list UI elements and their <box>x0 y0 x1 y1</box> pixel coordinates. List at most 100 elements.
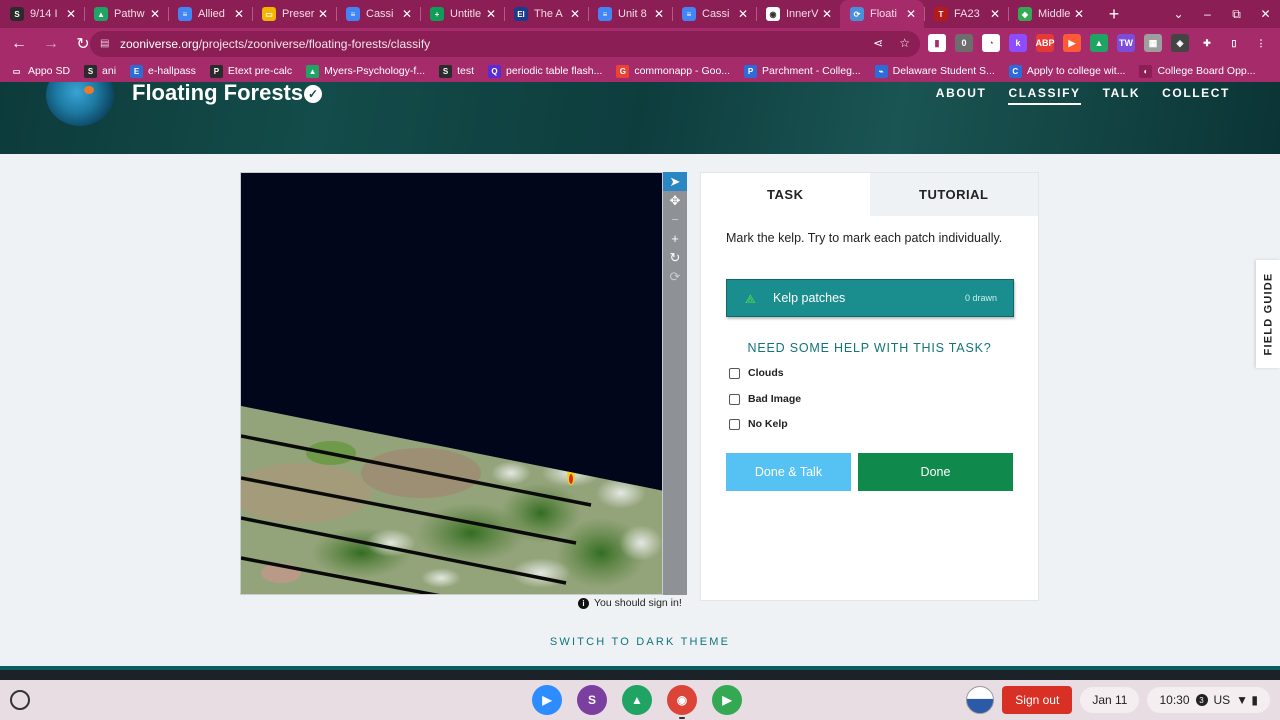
nav-link-classify[interactable]: CLASSIFY <box>1008 86 1081 105</box>
app-icon[interactable]: S <box>577 685 607 715</box>
tab-tutorial[interactable]: TUTORIAL <box>869 173 1038 216</box>
bookmark-item[interactable]: P Parchment - Colleg... <box>744 64 861 78</box>
bookmark-item[interactable]: ◐ College Board Opp... <box>1139 64 1256 78</box>
browser-tab[interactable]: T FA23 ✕ <box>924 0 1008 28</box>
rotate-icon[interactable]: ↻ <box>663 248 687 267</box>
zoom-in-icon[interactable]: + <box>663 229 687 248</box>
forward-icon[interactable]: → <box>38 35 64 53</box>
tab-task[interactable]: TASK <box>701 173 870 216</box>
browser-tab[interactable]: ◉ InnerV ✕ <box>756 0 840 28</box>
browser-tab[interactable]: ⟳ Floati ✕ <box>840 0 924 28</box>
extension-icon[interactable]: k <box>1009 34 1027 52</box>
tab-close-icon[interactable]: ✕ <box>1072 7 1086 21</box>
help-link[interactable]: NEED SOME HELP WITH THIS TASK? <box>701 341 1038 355</box>
extension-icon[interactable]: 0 <box>955 34 973 52</box>
system-tray[interactable]: 10:30 3 US ▼ ▮ <box>1147 687 1270 713</box>
checkbox-box[interactable] <box>729 418 740 430</box>
bookmark-star-icon[interactable]: ☆ <box>899 36 910 50</box>
bookmark-item[interactable]: ⌁ Delaware Student S... <box>874 64 995 78</box>
checkbox-no-kelp[interactable]: No Kelp <box>729 418 788 430</box>
drive-app-icon[interactable]: ▲ <box>622 685 652 715</box>
bookmark-item[interactable]: Qperiodic table flash... <box>488 64 602 78</box>
project-logo[interactable] <box>46 82 114 126</box>
site-info-icon[interactable]: ▤ <box>100 38 114 50</box>
browser-tab[interactable]: ≡ Allied ✕ <box>168 0 252 28</box>
zoom-app-icon[interactable]: ▶ <box>532 685 562 715</box>
tab-close-icon[interactable]: ✕ <box>400 7 414 21</box>
tab-close-icon[interactable]: ✕ <box>316 7 330 21</box>
window-control-icon[interactable]: ⌄ <box>1164 7 1193 21</box>
extension-icon[interactable]: ✚ <box>1198 34 1216 52</box>
sign-out-button[interactable]: Sign out <box>1002 686 1073 714</box>
browser-tab[interactable]: ▭ Preser ✕ <box>252 0 336 28</box>
extension-icon[interactable]: ◈ <box>1171 34 1189 52</box>
tab-close-icon[interactable]: ✕ <box>988 7 1002 21</box>
browser-tab[interactable]: ≡ Cassi ✕ <box>672 0 756 28</box>
account-avatar[interactable] <box>966 686 995 714</box>
date-pill[interactable]: Jan 11 <box>1080 687 1140 713</box>
nav-link-about[interactable]: ABOUT <box>936 86 987 105</box>
browser-tab[interactable]: ≡ Cassi ✕ <box>336 0 420 28</box>
tab-close-icon[interactable]: ✕ <box>484 7 498 21</box>
window-control-icon[interactable]: ⧉ <box>1222 7 1251 22</box>
tab-close-icon[interactable]: ✕ <box>820 7 834 21</box>
done-button[interactable]: Done <box>858 453 1013 491</box>
window-control-icon[interactable]: ✕ <box>1251 7 1280 21</box>
sign-in-notice[interactable]: i You should sign in! <box>578 597 682 609</box>
subject-image[interactable] <box>240 172 663 595</box>
checkbox-bad-image[interactable]: Bad Image <box>729 393 801 405</box>
bookmark-item[interactable]: Stest <box>439 64 474 78</box>
extension-icon[interactable]: ▦ <box>1144 34 1162 52</box>
bookmark-item[interactable]: Gcommonapp - Goo... <box>616 64 730 78</box>
project-title[interactable]: Floating Forests <box>132 82 303 106</box>
bookmark-item[interactable]: Ee-hallpass <box>130 64 196 78</box>
satellite-image[interactable] <box>241 173 663 595</box>
window-control-icon[interactable]: – <box>1193 7 1222 21</box>
launcher-icon[interactable] <box>10 690 30 710</box>
tab-close-icon[interactable]: ✕ <box>232 7 246 21</box>
bookmark-item[interactable]: ▲ Myers-Psychology-f... <box>306 64 425 78</box>
tab-close-icon[interactable]: ✕ <box>904 7 918 21</box>
tab-close-icon[interactable]: ✕ <box>652 7 666 21</box>
nav-link-talk[interactable]: TALK <box>1103 86 1141 105</box>
extension-icon[interactable]: ▲ <box>1090 34 1108 52</box>
play-store-icon[interactable]: ▶ <box>712 685 742 715</box>
browser-tab[interactable]: EI The A ✕ <box>504 0 588 28</box>
share-icon[interactable]: ⋖ <box>873 36 883 50</box>
bookmark-item[interactable]: Sani <box>84 64 116 78</box>
extension-icon[interactable]: ▶ <box>1063 34 1081 52</box>
browser-tab[interactable]: ≡ Unit 8 ✕ <box>588 0 672 28</box>
zoom-out-icon[interactable]: − <box>663 210 687 229</box>
browser-tab[interactable]: ▲ Pathw ✕ <box>84 0 168 28</box>
tab-close-icon[interactable]: ✕ <box>736 7 750 21</box>
browser-tab[interactable]: + Untitle ✕ <box>420 0 504 28</box>
bookmark-item[interactable]: C Apply to college wit... <box>1008 64 1125 78</box>
reset-icon[interactable]: ⟳ <box>663 267 687 286</box>
nav-link-collect[interactable]: COLLECT <box>1162 86 1230 105</box>
extension-icon[interactable]: ⋮ <box>1252 34 1270 52</box>
pointer-tool-icon[interactable]: ➤ <box>663 172 687 191</box>
checkbox-clouds[interactable]: Clouds <box>729 367 784 379</box>
field-guide-tab[interactable]: FIELD GUIDE <box>1256 260 1280 368</box>
bookmark-item[interactable]: P Etext pre-calc <box>209 64 292 78</box>
extension-icon[interactable]: ◔ <box>982 34 1000 52</box>
dark-theme-link[interactable]: SWITCH TO DARK THEME <box>0 636 1280 648</box>
done-and-talk-button[interactable]: Done & Talk <box>726 453 851 491</box>
new-tab-button[interactable]: + <box>1100 4 1128 25</box>
pan-tool-icon[interactable]: ✥ <box>663 191 687 210</box>
chrome-app-icon[interactable]: ◉ <box>667 685 697 719</box>
kelp-patches-tool[interactable]: ⟁ Kelp patches 0 drawn <box>726 279 1014 317</box>
tab-close-icon[interactable]: ✕ <box>568 7 582 21</box>
back-icon[interactable]: ← <box>6 35 32 53</box>
tab-close-icon[interactable]: ✕ <box>64 7 78 21</box>
extension-icon[interactable]: TW <box>1117 34 1135 52</box>
checkbox-box[interactable] <box>729 367 740 379</box>
extension-icon[interactable]: ABP <box>1036 34 1055 52</box>
checkbox-box[interactable] <box>729 393 740 405</box>
address-bar[interactable]: ▤ zooniverse.org/projects/zooniverse/flo… <box>90 31 920 57</box>
tab-close-icon[interactable]: ✕ <box>148 7 162 21</box>
extension-icon[interactable]: ▮ <box>928 34 946 52</box>
browser-tab[interactable]: ◆ Middle ✕ <box>1008 0 1092 28</box>
browser-tab[interactable]: S 9/14 I ✕ <box>0 0 84 28</box>
extension-icon[interactable]: ▯ <box>1225 34 1243 52</box>
